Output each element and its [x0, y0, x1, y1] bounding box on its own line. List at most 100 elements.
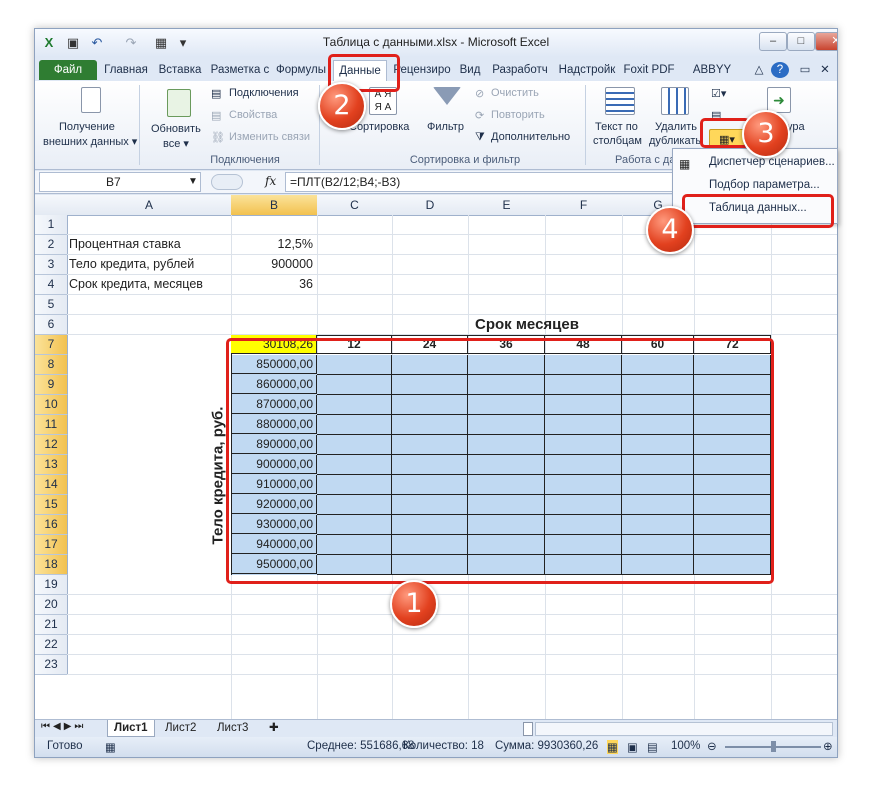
close-icon[interactable]: ✕ — [815, 32, 837, 51]
tab-insert[interactable]: Вставка — [155, 60, 205, 80]
clear-button[interactable]: Очистить — [491, 87, 539, 99]
cell-b2[interactable]: 12,5% — [231, 235, 313, 254]
row-header[interactable]: 11 — [35, 415, 68, 435]
column-header-e[interactable]: E — [468, 195, 546, 216]
refresh-label-2[interactable]: все ▾ — [163, 137, 189, 150]
column-header-c[interactable]: C — [317, 195, 393, 216]
row-header[interactable]: 15 — [35, 495, 68, 515]
select-all-corner[interactable] — [35, 195, 68, 216]
close-workbook-icon[interactable]: ✕ — [817, 60, 833, 80]
refresh-all-icon[interactable] — [167, 89, 191, 117]
row-header[interactable]: 14 — [35, 475, 68, 495]
macro-record-icon[interactable]: ▦ — [105, 740, 116, 754]
reapply-button[interactable]: Повторить — [491, 109, 545, 121]
sheet-tab-3[interactable]: Лист3 — [211, 720, 254, 736]
tab-home[interactable]: Главная — [101, 60, 151, 80]
advanced-filter-icon[interactable]: ⧩ — [475, 131, 485, 144]
help-icon[interactable]: ? — [771, 62, 789, 78]
fx-icon[interactable]: fx — [265, 174, 276, 188]
zoom-slider-thumb[interactable] — [771, 741, 776, 752]
get-data-label-2[interactable]: внешних данных ▾ — [43, 135, 137, 148]
tab-abbyy-pdf[interactable]: ABBYY PDF — [681, 60, 743, 96]
vertical-label-cell[interactable]: Тело кредита, руб. — [203, 395, 227, 565]
row-header[interactable]: 1 — [35, 215, 68, 235]
name-box-dropdown-icon[interactable]: ▼ — [188, 173, 198, 191]
sheet-tab-2[interactable]: Лист2 — [159, 720, 202, 736]
row-header[interactable]: 10 — [35, 395, 68, 415]
row-header[interactable]: 23 — [35, 655, 68, 675]
connections-icon[interactable]: ▤ — [211, 87, 221, 100]
connections-button[interactable]: Подключения — [229, 87, 299, 99]
row-header[interactable]: 19 — [35, 575, 68, 595]
filter-button[interactable]: Фильтр — [427, 121, 464, 133]
tab-addins[interactable]: Надстройк — [557, 60, 617, 80]
column-header-b[interactable]: B — [231, 195, 318, 216]
row-header[interactable]: 8 — [35, 355, 68, 375]
filter-icon[interactable] — [433, 87, 461, 105]
row-header[interactable]: 21 — [35, 615, 68, 635]
sheet-nav-icon[interactable]: ⏮◀▶⏭ — [41, 721, 86, 732]
tab-foxit-pdf[interactable]: Foxit PDF — [621, 60, 677, 80]
data-validation-icon[interactable]: ☑▾ — [711, 87, 726, 100]
row-header[interactable]: 12 — [35, 435, 68, 455]
edit-links-button[interactable]: Изменить связи — [229, 131, 310, 143]
zoom-out-icon[interactable]: ⊖ — [707, 739, 717, 753]
row-header[interactable]: 20 — [35, 595, 68, 615]
restore-workbook-icon[interactable]: ▭ — [797, 60, 813, 80]
column-header-d[interactable]: D — [392, 195, 469, 216]
row-header[interactable]: 9 — [35, 375, 68, 395]
tab-page-layout[interactable]: Разметка с — [209, 60, 271, 80]
row-header[interactable]: 2 — [35, 235, 68, 255]
tab-split-handle[interactable] — [523, 722, 533, 736]
zoom-in-icon[interactable]: ⊕ — [823, 739, 833, 753]
cell-b3[interactable]: 900000 — [231, 255, 313, 274]
text-to-columns-icon[interactable] — [605, 87, 635, 115]
text-to-columns-label-1[interactable]: Текст по — [595, 121, 638, 133]
cell-a3[interactable]: Тело кредита, рублей — [69, 255, 194, 274]
menu-goal-seek[interactable]: Подбор параметра... — [673, 175, 837, 195]
row-header[interactable]: 7 — [35, 335, 68, 355]
cell-a4[interactable]: Срок кредита, месяцев — [69, 275, 203, 294]
remove-duplicates-label-2[interactable]: дубликаты — [649, 135, 703, 147]
row-header[interactable]: 22 — [35, 635, 68, 655]
zoom-level[interactable]: 100% — [671, 740, 700, 752]
sheet-tab-1[interactable]: Лист1 — [107, 720, 155, 737]
text-to-columns-label-2[interactable]: столбцам — [593, 135, 642, 147]
properties-button[interactable]: Свойства — [229, 109, 277, 121]
advanced-filter-button[interactable]: Дополнительно — [491, 131, 570, 143]
insert-sheet-icon[interactable]: ✚ — [263, 720, 285, 736]
remove-duplicates-label-1[interactable]: Удалить — [655, 121, 697, 133]
tab-review[interactable]: Рецензиро — [391, 60, 453, 80]
row-header[interactable]: 3 — [35, 255, 68, 275]
row-header[interactable]: 17 — [35, 535, 68, 555]
refresh-label-1[interactable]: Обновить — [151, 123, 201, 135]
tab-formulas[interactable]: Формулы — [275, 60, 327, 80]
ribbon-collapse-icon[interactable]: △ — [751, 60, 767, 80]
column-header-a[interactable]: A — [67, 195, 232, 216]
tab-view[interactable]: Вид — [457, 60, 483, 80]
outline-icon[interactable]: ➜ — [767, 87, 791, 113]
row-header[interactable]: 5 — [35, 295, 68, 315]
tab-developer[interactable]: Разработч — [487, 60, 553, 80]
cell-a2[interactable]: Процентная ставка — [69, 235, 181, 254]
maximize-icon[interactable]: □ — [787, 32, 815, 51]
remove-duplicates-icon[interactable] — [661, 87, 689, 115]
row-header[interactable]: 16 — [35, 515, 68, 535]
name-box[interactable]: B7 ▼ — [39, 172, 201, 192]
minimize-icon[interactable]: – — [759, 32, 787, 51]
column-header-f[interactable]: F — [545, 195, 623, 216]
page-layout-view-icon[interactable]: ▣ — [627, 740, 638, 754]
page-break-view-icon[interactable]: ▤ — [647, 740, 658, 754]
tab-file[interactable]: Файл — [39, 60, 97, 80]
row-header[interactable]: 6 — [35, 315, 68, 335]
row-header[interactable]: 13 — [35, 455, 68, 475]
row-header[interactable]: 4 — [35, 275, 68, 295]
formula-bar-splitter[interactable] — [211, 174, 243, 190]
horizontal-scrollbar[interactable] — [535, 722, 833, 736]
get-data-label-1[interactable]: Получение — [59, 121, 115, 133]
external-data-icon[interactable] — [81, 87, 101, 113]
row-header[interactable]: 18 — [35, 555, 68, 575]
normal-view-icon[interactable]: ▦ — [607, 740, 618, 754]
cell-d6-title[interactable]: Срок месяцев — [475, 315, 579, 334]
cell-b4[interactable]: 36 — [231, 275, 313, 294]
